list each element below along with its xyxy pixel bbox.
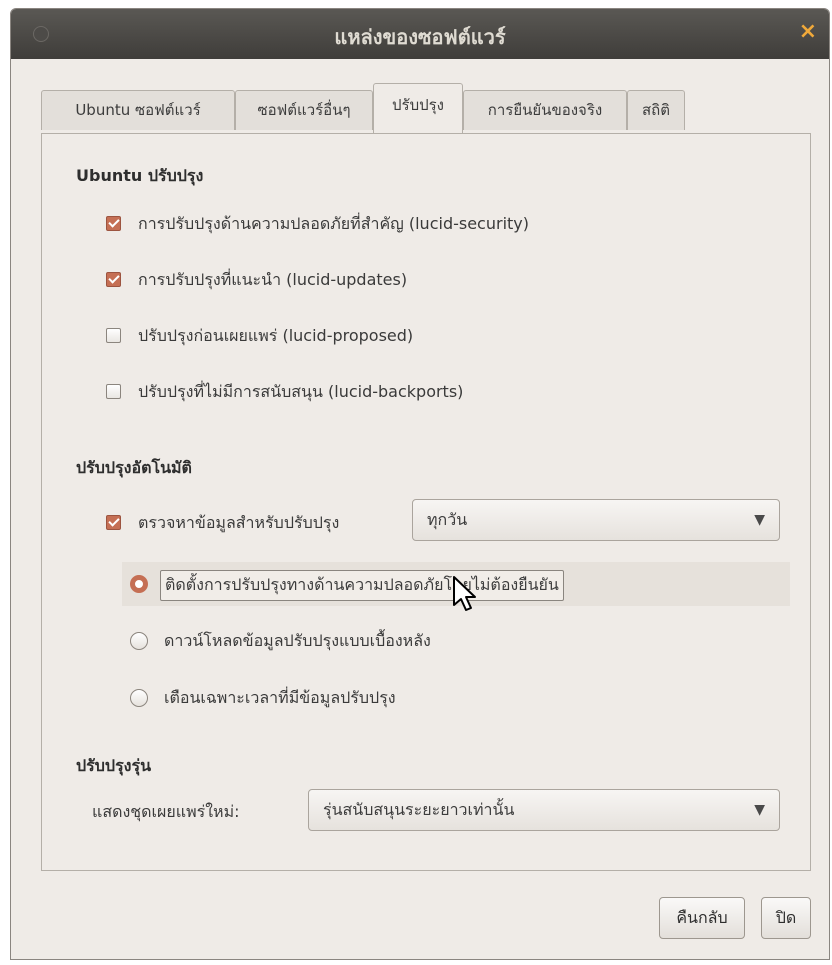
proposed-updates-label[interactable]: ปรับปรุงก่อนเผยแพร่ (lucid-proposed) — [138, 324, 413, 349]
check-updates-checkbox[interactable] — [106, 515, 121, 530]
automatic-updates-heading: ปรับปรุงอัตโนมัติ — [76, 458, 192, 477]
release-upgrade-combo[interactable]: รุ่นสนับสนุนระยะยาวเท่านั้น ▼ — [308, 789, 780, 831]
mouse-pointer-icon — [453, 576, 476, 611]
ubuntu-updates-heading: Ubuntu ปรับปรุง — [76, 166, 204, 185]
dropdown-arrow-icon: ▼ — [754, 512, 765, 528]
tab-other-software[interactable]: ซอฟต์แวร์อื่นๆ — [235, 90, 373, 130]
tab-authentication[interactable]: การยืนยันของจริง — [463, 90, 627, 130]
title-bar[interactable]: แหล่งของซอฟต์แวร์ × — [11, 9, 829, 59]
install-security-label[interactable]: ติดตั้งการปรับปรุงทางด้านความปลอดภัยโดยไ… — [160, 570, 564, 601]
backports-updates-label[interactable]: ปรับปรุงที่ไม่มีการสนับสนุน (lucid-backp… — [138, 380, 463, 405]
release-upgrade-label: แสดงชุดเผยแพร่ใหม่: — [92, 802, 240, 821]
software-sources-window: แหล่งของซอฟต์แวร์ × Ubuntu ซอฟต์แวร์ ซอฟ… — [10, 8, 830, 960]
dropdown-arrow-icon: ▼ — [754, 802, 765, 818]
close-window-icon[interactable]: × — [799, 19, 817, 45]
proposed-updates-checkbox[interactable] — [106, 328, 121, 343]
download-background-label[interactable]: ดาวน์โหลดข้อมูลปรับปรุงแบบเบื้องหลัง — [164, 629, 431, 654]
notify-only-label[interactable]: เตือนเฉพาะเวลาที่มีข้อมูลปรับปรุง — [164, 686, 396, 711]
download-background-radio[interactable] — [130, 632, 148, 650]
close-button[interactable]: ปิด — [761, 897, 811, 939]
update-frequency-value: ทุกวัน — [427, 510, 468, 529]
recommended-updates-checkbox[interactable] — [106, 272, 121, 287]
tab-ubuntu-software[interactable]: Ubuntu ซอฟต์แวร์ — [41, 90, 235, 130]
security-updates-label[interactable]: การปรับปรุงด้านความปลอดภัยที่สำคัญ (luci… — [138, 212, 529, 237]
notify-only-radio[interactable] — [130, 689, 148, 707]
backports-updates-checkbox[interactable] — [106, 384, 121, 399]
updates-panel: Ubuntu ปรับปรุง การปรับปรุงด้านความปลอดภ… — [41, 133, 811, 871]
release-upgrade-value: รุ่นสนับสนุนระยะยาวเท่านั้น — [323, 800, 515, 819]
release-upgrade-heading: ปรับปรุงรุ่น — [76, 756, 151, 775]
window-title: แหล่งของซอฟต์แวร์ — [334, 25, 506, 49]
recommended-updates-label[interactable]: การปรับปรุงที่แนะนำ (lucid-updates) — [138, 268, 407, 293]
tab-statistics[interactable]: สถิติ — [627, 90, 685, 130]
security-updates-checkbox[interactable] — [106, 216, 121, 231]
revert-button[interactable]: คืนกลับ — [659, 897, 745, 939]
tab-updates[interactable]: ปรับปรุง — [373, 83, 463, 133]
check-updates-label[interactable]: ตรวจหาข้อมูลสำหรับปรับปรุง — [138, 511, 339, 536]
install-security-radio[interactable] — [130, 575, 148, 593]
update-frequency-combo[interactable]: ทุกวัน ▼ — [412, 499, 780, 541]
